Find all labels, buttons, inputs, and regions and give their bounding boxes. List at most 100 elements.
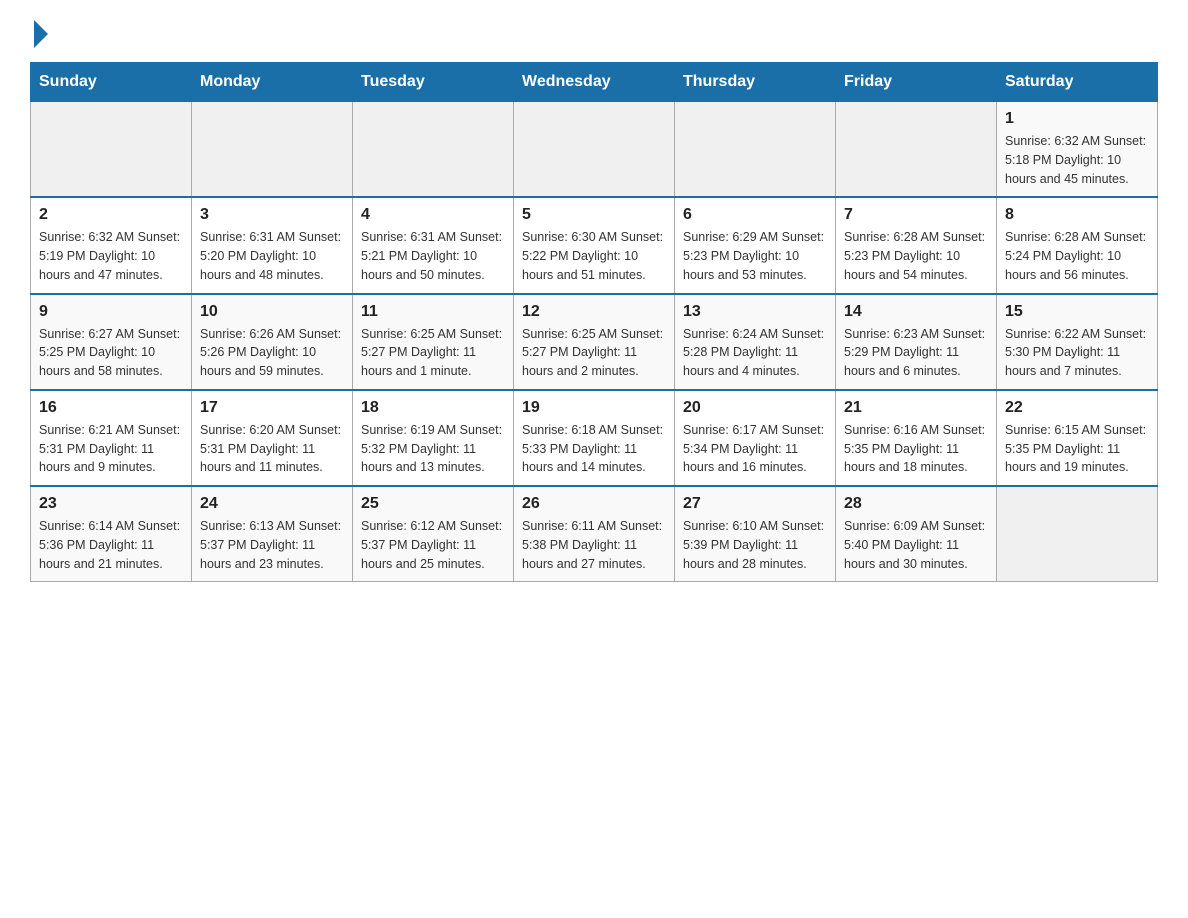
calendar-day-cell: 13 Sunrise: 6:24 AM Sunset: 5:28 PM Dayli… <box>675 294 836 390</box>
calendar-day-cell: 3 Sunrise: 6:31 AM Sunset: 5:20 PM Daylig… <box>192 197 353 293</box>
day-info: Sunrise: 6:25 AM Sunset: 5:27 PM Dayligh… <box>361 325 505 381</box>
calendar-day-cell: 20 Sunrise: 6:17 AM Sunset: 5:34 PM Dayli… <box>675 390 836 486</box>
calendar-day-cell: 14 Sunrise: 6:23 AM Sunset: 5:29 PM Dayli… <box>836 294 997 390</box>
weekday-header-sunday: Sunday <box>31 63 192 102</box>
day-number: 23 <box>39 495 183 513</box>
day-info: Sunrise: 6:16 AM Sunset: 5:35 PM Dayligh… <box>844 421 988 477</box>
calendar-week-row: 9 Sunrise: 6:27 AM Sunset: 5:25 PM Daylig… <box>31 294 1158 390</box>
day-number: 8 <box>1005 206 1149 224</box>
day-info: Sunrise: 6:24 AM Sunset: 5:28 PM Dayligh… <box>683 325 827 381</box>
calendar-day-cell: 9 Sunrise: 6:27 AM Sunset: 5:25 PM Daylig… <box>31 294 192 390</box>
calendar-day-cell: 5 Sunrise: 6:30 AM Sunset: 5:22 PM Daylig… <box>514 197 675 293</box>
calendar-day-cell: 17Sunrise: 6:20 AM Sunset: 5:31 PM Dayli… <box>192 390 353 486</box>
calendar-day-cell: 22 Sunrise: 6:15 AM Sunset: 5:35 PM Dayli… <box>997 390 1158 486</box>
day-info: Sunrise: 6:15 AM Sunset: 5:35 PM Dayligh… <box>1005 421 1149 477</box>
day-number: 5 <box>522 206 666 224</box>
day-number: 13 <box>683 303 827 321</box>
logo <box>30 20 48 42</box>
calendar-day-cell: 16 Sunrise: 6:21 AM Sunset: 5:31 PM Dayli… <box>31 390 192 486</box>
calendar-day-cell: 24Sunrise: 6:13 AM Sunset: 5:37 PM Dayli… <box>192 486 353 582</box>
day-info: Sunrise: 6:17 AM Sunset: 5:34 PM Dayligh… <box>683 421 827 477</box>
calendar-week-row: 16 Sunrise: 6:21 AM Sunset: 5:31 PM Dayli… <box>31 390 1158 486</box>
day-info: Sunrise: 6:26 AM Sunset: 5:26 PM Dayligh… <box>200 325 344 381</box>
calendar-day-cell: 25Sunrise: 6:12 AM Sunset: 5:37 PM Dayli… <box>353 486 514 582</box>
day-info: Sunrise: 6:32 AM Sunset: 5:19 PM Dayligh… <box>39 228 183 284</box>
weekday-header-thursday: Thursday <box>675 63 836 102</box>
day-info: Sunrise: 6:27 AM Sunset: 5:25 PM Dayligh… <box>39 325 183 381</box>
day-number: 11 <box>361 303 505 321</box>
day-info: Sunrise: 6:30 AM Sunset: 5:22 PM Dayligh… <box>522 228 666 284</box>
day-info: Sunrise: 6:29 AM Sunset: 5:23 PM Dayligh… <box>683 228 827 284</box>
calendar-day-cell: 10 Sunrise: 6:26 AM Sunset: 5:26 PM Dayli… <box>192 294 353 390</box>
day-number: 18 <box>361 399 505 417</box>
day-number: 15 <box>1005 303 1149 321</box>
day-number: 25 <box>361 495 505 513</box>
day-info: Sunrise: 6:23 AM Sunset: 5:29 PM Dayligh… <box>844 325 988 381</box>
calendar-day-cell: 27 Sunrise: 6:10 AM Sunset: 5:39 PM Dayli… <box>675 486 836 582</box>
day-number: 28 <box>844 495 988 513</box>
calendar-day-cell: 19 Sunrise: 6:18 AM Sunset: 5:33 PM Dayli… <box>514 390 675 486</box>
calendar-day-cell: 23 Sunrise: 6:14 AM Sunset: 5:36 PM Dayli… <box>31 486 192 582</box>
day-info: Sunrise: 6:32 AM Sunset: 5:18 PM Dayligh… <box>1005 132 1149 188</box>
day-number: 21 <box>844 399 988 417</box>
calendar-day-cell: 6 Sunrise: 6:29 AM Sunset: 5:23 PM Daylig… <box>675 197 836 293</box>
day-number: 19 <box>522 399 666 417</box>
weekday-header-saturday: Saturday <box>997 63 1158 102</box>
calendar-header-row: SundayMondayTuesdayWednesdayThursdayFrid… <box>31 63 1158 102</box>
day-number: 14 <box>844 303 988 321</box>
calendar-day-cell: 4 Sunrise: 6:31 AM Sunset: 5:21 PM Daylig… <box>353 197 514 293</box>
calendar-day-cell <box>836 102 997 198</box>
day-number: 1 <box>1005 110 1149 128</box>
day-number: 20 <box>683 399 827 417</box>
calendar-day-cell: 7 Sunrise: 6:28 AM Sunset: 5:23 PM Daylig… <box>836 197 997 293</box>
day-number: 6 <box>683 206 827 224</box>
calendar-day-cell <box>997 486 1158 582</box>
day-number: 26 <box>522 495 666 513</box>
day-number: 22 <box>1005 399 1149 417</box>
calendar-day-cell: 26 Sunrise: 6:11 AM Sunset: 5:38 PM Dayli… <box>514 486 675 582</box>
calendar-week-row: 1 Sunrise: 6:32 AM Sunset: 5:18 PM Daylig… <box>31 102 1158 198</box>
day-number: 10 <box>200 303 344 321</box>
day-info: Sunrise: 6:31 AM Sunset: 5:20 PM Dayligh… <box>200 228 344 284</box>
day-info: Sunrise: 6:22 AM Sunset: 5:30 PM Dayligh… <box>1005 325 1149 381</box>
day-info: Sunrise: 6:31 AM Sunset: 5:21 PM Dayligh… <box>361 228 505 284</box>
calendar-day-cell: 8 Sunrise: 6:28 AM Sunset: 5:24 PM Daylig… <box>997 197 1158 293</box>
day-info: Sunrise: 6:09 AM Sunset: 5:40 PM Dayligh… <box>844 517 988 573</box>
calendar-day-cell <box>31 102 192 198</box>
day-info: Sunrise: 6:10 AM Sunset: 5:39 PM Dayligh… <box>683 517 827 573</box>
day-number: 3 <box>200 206 344 224</box>
weekday-header-friday: Friday <box>836 63 997 102</box>
calendar-table: SundayMondayTuesdayWednesdayThursdayFrid… <box>30 62 1158 582</box>
calendar-day-cell <box>514 102 675 198</box>
calendar-day-cell: 28 Sunrise: 6:09 AM Sunset: 5:40 PM Dayli… <box>836 486 997 582</box>
page-header <box>30 20 1158 42</box>
weekday-header-monday: Monday <box>192 63 353 102</box>
day-info: Sunrise: 6:11 AM Sunset: 5:38 PM Dayligh… <box>522 517 666 573</box>
weekday-header-wednesday: Wednesday <box>514 63 675 102</box>
logo-general-text <box>30 20 48 48</box>
calendar-day-cell: 18 Sunrise: 6:19 AM Sunset: 5:32 PM Dayli… <box>353 390 514 486</box>
calendar-day-cell: 11 Sunrise: 6:25 AM Sunset: 5:27 PM Dayli… <box>353 294 514 390</box>
day-number: 4 <box>361 206 505 224</box>
day-number: 24 <box>200 495 344 513</box>
calendar-day-cell: 1 Sunrise: 6:32 AM Sunset: 5:18 PM Daylig… <box>997 102 1158 198</box>
calendar-day-cell: 21 Sunrise: 6:16 AM Sunset: 5:35 PM Dayli… <box>836 390 997 486</box>
day-info: Sunrise: 6:21 AM Sunset: 5:31 PM Dayligh… <box>39 421 183 477</box>
logo-arrow-icon <box>34 20 48 48</box>
day-number: 16 <box>39 399 183 417</box>
day-number: 27 <box>683 495 827 513</box>
calendar-day-cell: 15 Sunrise: 6:22 AM Sunset: 5:30 PM Dayli… <box>997 294 1158 390</box>
day-info: Sunrise: 6:25 AM Sunset: 5:27 PM Dayligh… <box>522 325 666 381</box>
day-number: 12 <box>522 303 666 321</box>
day-number: 17 <box>200 399 344 417</box>
day-info: Sunrise: 6:19 AM Sunset: 5:32 PM Dayligh… <box>361 421 505 477</box>
day-info: Sunrise: 6:28 AM Sunset: 5:23 PM Dayligh… <box>844 228 988 284</box>
day-number: 9 <box>39 303 183 321</box>
calendar-day-cell: 2Sunrise: 6:32 AM Sunset: 5:19 PM Daylig… <box>31 197 192 293</box>
calendar-day-cell: 12 Sunrise: 6:25 AM Sunset: 5:27 PM Dayli… <box>514 294 675 390</box>
day-info: Sunrise: 6:18 AM Sunset: 5:33 PM Dayligh… <box>522 421 666 477</box>
day-number: 7 <box>844 206 988 224</box>
day-info: Sunrise: 6:28 AM Sunset: 5:24 PM Dayligh… <box>1005 228 1149 284</box>
calendar-week-row: 2Sunrise: 6:32 AM Sunset: 5:19 PM Daylig… <box>31 197 1158 293</box>
day-info: Sunrise: 6:14 AM Sunset: 5:36 PM Dayligh… <box>39 517 183 573</box>
